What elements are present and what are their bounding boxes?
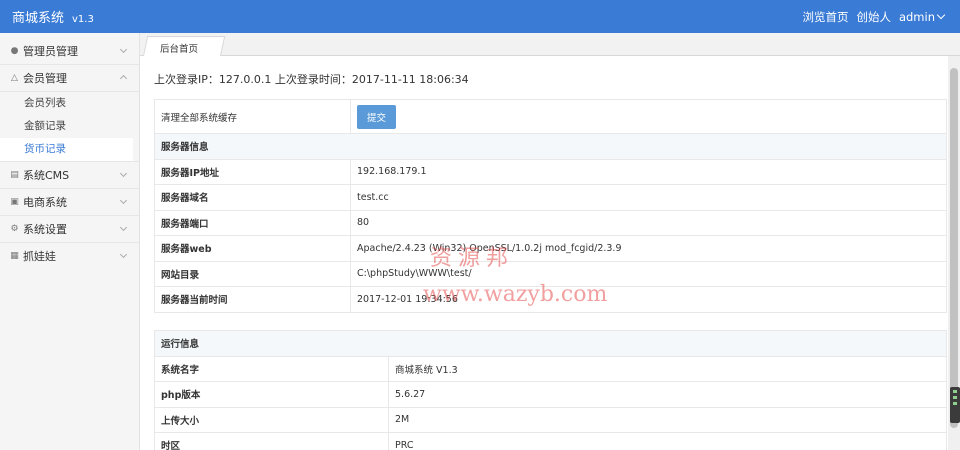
list-icon: ▤ [10, 169, 19, 180]
brand-title: 商城系统 [12, 11, 65, 26]
row-value: 80 [350, 209, 947, 236]
user-icon: ● [10, 45, 19, 56]
table-row: 清理全部系统缓存 提交 [154, 99, 947, 134]
chevron-down-icon [119, 45, 128, 54]
submit-button[interactable]: 提交 [357, 104, 397, 129]
runtime-section-title: 运行信息 [154, 330, 947, 357]
tab-home-label: 后台首页 [160, 44, 199, 55]
browse-home-link[interactable]: 浏览首页 [802, 9, 848, 25]
section-header: 运行信息 [154, 330, 947, 357]
sidebar: ● 管理员管理 △ 会员管理 会员列表 金额记录 货币记录 ▤ 系统CMS ▣ … [0, 33, 140, 450]
table-row: 服务器域名 test.cc [154, 184, 947, 211]
indicator-dot [953, 396, 957, 399]
chevron-down-icon [119, 223, 128, 232]
tab-bar: 后台首页 [140, 33, 960, 57]
row-key: 服务器当前时间 [154, 286, 351, 313]
chevron-down-icon [936, 10, 946, 19]
table-row: 服务器端口 80 [154, 209, 947, 236]
brand-version: v1.3 [72, 14, 94, 25]
row-key: 系统名字 [154, 355, 389, 382]
row-key: php版本 [154, 381, 389, 408]
cache-label: 清理全部系统缓存 [154, 99, 351, 134]
top-header: 商城系统 v1.3 浏览首页 创始人 admin [0, 0, 960, 33]
brand[interactable]: 商城系统 v1.3 [12, 7, 94, 26]
sidebar-item-member-manage[interactable]: △ 会员管理 [0, 65, 139, 91]
grid-icon: ▦ [10, 250, 19, 261]
chevron-down-icon [119, 196, 128, 205]
runtime-info-table: 运行信息 系统名字 商城系统 V1.3 php版本 5.6.27 上传大小 2M… [154, 330, 947, 450]
row-key: 上传大小 [154, 406, 389, 433]
sidebar-item-label: 管理员管理 [23, 45, 78, 58]
row-value: 192.168.179.1 [350, 158, 947, 185]
table-row: 系统名字 商城系统 V1.3 [154, 355, 947, 382]
sidebar-item-admin-manage[interactable]: ● 管理员管理 [0, 38, 139, 64]
row-key: 服务器域名 [154, 184, 351, 211]
server-info-table: 清理全部系统缓存 提交 服务器信息 服务器IP地址 192.168.179.1 … [154, 99, 947, 313]
sidebar-subitem-member-list[interactable]: 会员列表 [0, 92, 139, 115]
user-menu[interactable]: admin [899, 10, 948, 24]
sidebar-item-label: 会员管理 [23, 72, 67, 85]
table-row: 服务器web Apache/2.4.23 (Win32) OpenSSL/1.0… [154, 235, 947, 262]
chevron-up-icon [119, 74, 128, 83]
founder-label: 创始人 [856, 9, 891, 24]
sidebar-item-label: 系统CMS [23, 169, 70, 182]
table-row: 服务器IP地址 192.168.179.1 [154, 158, 947, 185]
watermark-url: www.wazyb.com [423, 282, 608, 307]
warning-icon: △ [11, 72, 18, 83]
scrollbar-thumb[interactable] [950, 68, 958, 428]
store-icon: ▣ [10, 196, 19, 207]
sidebar-item-label: 抓娃娃 [23, 250, 56, 263]
main-content: 上次登录IP：127.0.0.1 上次登录时间：2017-11-11 18:06… [140, 56, 948, 450]
row-key: 网站目录 [154, 260, 351, 287]
username: admin [898, 9, 935, 24]
row-value: 5.6.27 [388, 381, 947, 408]
top-nav: 浏览首页 创始人 admin [802, 9, 948, 25]
sidebar-item-claw-machine[interactable]: ▦ 抓娃娃 [0, 243, 139, 269]
sidebar-item-ecommerce[interactable]: ▣ 电商系统 [0, 189, 139, 215]
sidebar-item-cms[interactable]: ▤ 系统CMS [0, 162, 139, 188]
sidebar-subitem-amount-records[interactable]: 金额记录 [0, 115, 139, 138]
server-section-title: 服务器信息 [154, 133, 947, 160]
table-row: php版本 5.6.27 [154, 381, 947, 408]
sidebar-item-label: 电商系统 [23, 196, 67, 209]
row-key: 时区 [154, 432, 389, 450]
row-value: test.cc [350, 184, 947, 211]
sidebar-item-settings[interactable]: ⚙ 系统设置 [0, 216, 139, 242]
row-value: 商城系统 V1.3 [388, 355, 947, 382]
last-login-info: 上次登录IP：127.0.0.1 上次登录时间：2017-11-11 18:06… [154, 73, 469, 86]
side-widget[interactable] [950, 387, 960, 423]
watermark-chars: 资源邦 [430, 246, 515, 271]
row-key: 服务器web [154, 235, 351, 262]
chevron-down-icon [119, 169, 128, 178]
row-value: 2M [388, 406, 947, 433]
chevron-down-icon [119, 250, 128, 259]
indicator-dot [953, 390, 957, 393]
sidebar-subitem-currency-records[interactable]: 货币记录 [0, 138, 133, 161]
gear-icon: ⚙ [10, 223, 19, 234]
sidebar-item-label: 系统设置 [23, 223, 67, 236]
indicator-dot [953, 402, 957, 405]
row-key: 服务器IP地址 [154, 158, 351, 185]
row-key: 服务器端口 [154, 209, 351, 236]
table-row: 上传大小 2M [154, 406, 947, 433]
table-row: 时区 PRC [154, 432, 947, 450]
section-header: 服务器信息 [154, 133, 947, 160]
row-value: PRC [388, 432, 947, 450]
